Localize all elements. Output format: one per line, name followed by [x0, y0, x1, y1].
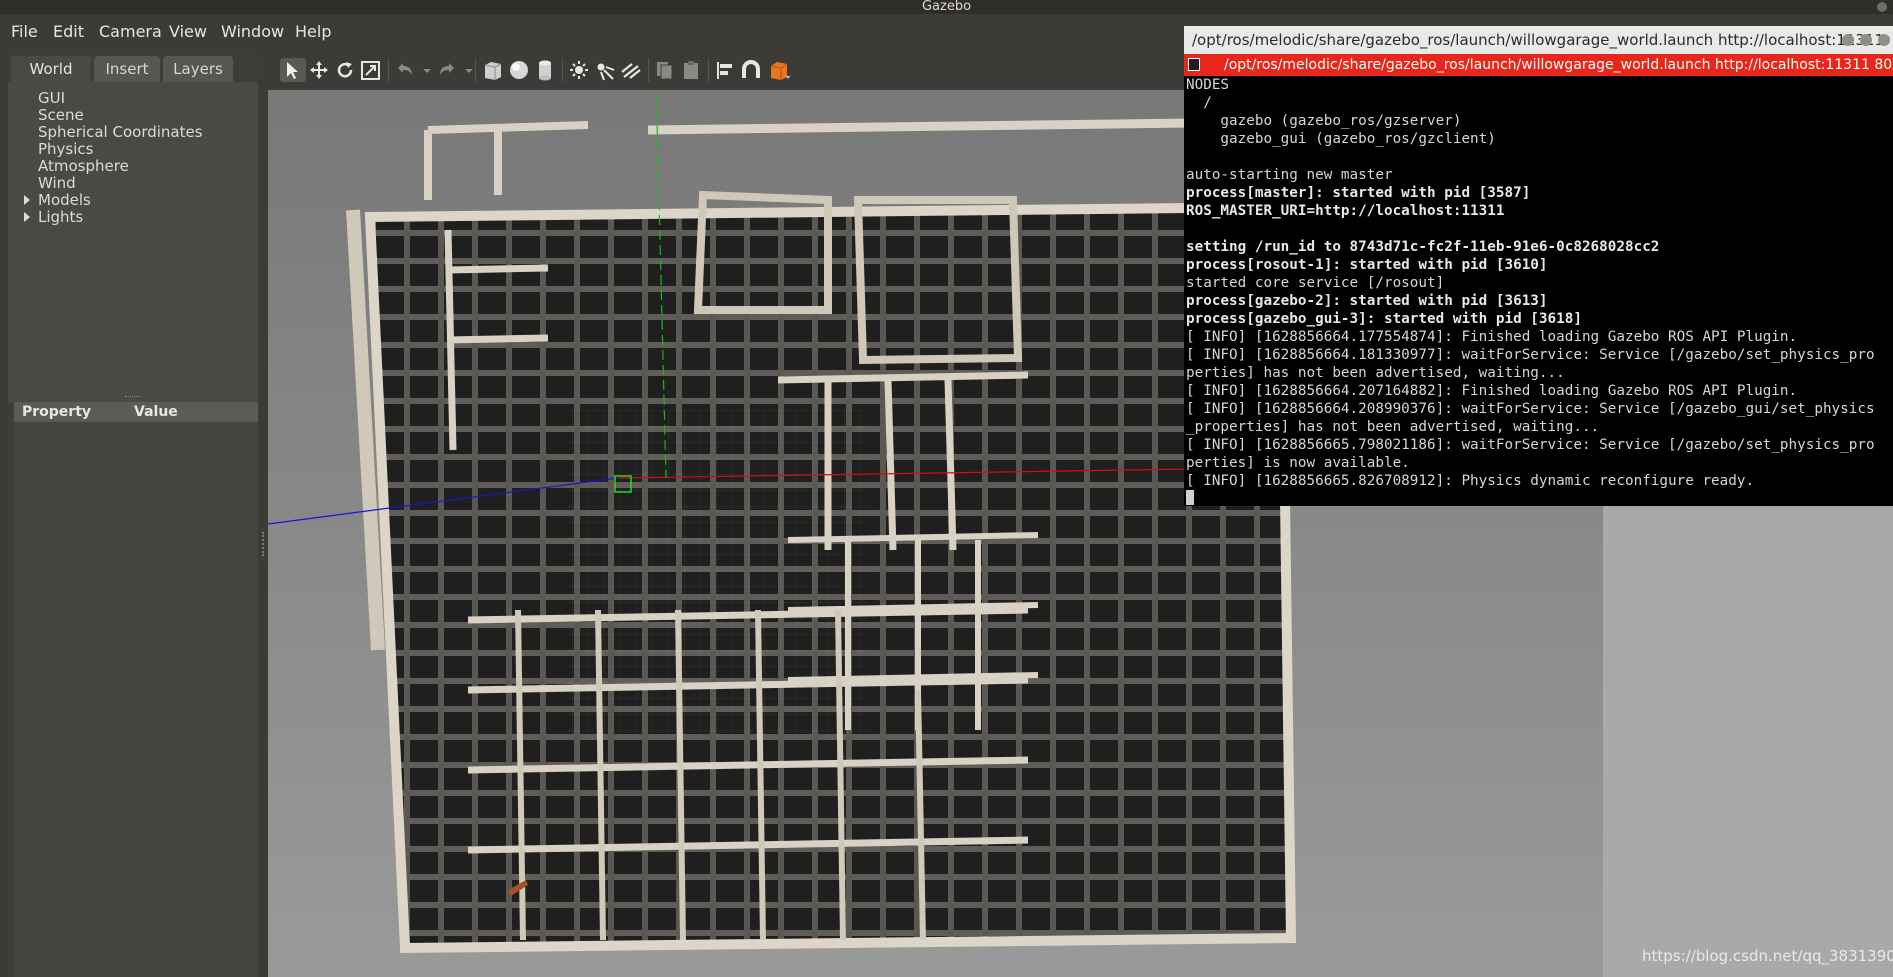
- tab-world[interactable]: World: [11, 56, 91, 82]
- terminal-line: [ INFO] [1628856664.207164882]: Finished…: [1186, 383, 1798, 399]
- minimize-icon[interactable]: [1842, 34, 1854, 46]
- terminal-tab-icon: [1188, 58, 1200, 71]
- terminal-line: perties] has not been advertised, waitin…: [1186, 365, 1565, 381]
- terminal-line: perties] is now available.: [1186, 455, 1410, 471]
- toolbar-separator: [562, 58, 563, 82]
- terminal-line: process[rosout-1]: started with pid [361…: [1186, 257, 1548, 273]
- copy-icon[interactable]: [652, 58, 678, 82]
- terminal-window[interactable]: /opt/ros/melodic/share/gazebo_ros/launch…: [1184, 26, 1893, 506]
- expand-arrow-icon[interactable]: [24, 195, 30, 205]
- terminal-title: /opt/ros/melodic/share/gazebo_ros/launch…: [1192, 31, 1885, 49]
- terminal-line: gazebo (gazebo_ros/gzserver): [1186, 113, 1462, 129]
- terminal-output[interactable]: NODES / gazebo (gazebo_ros/gzserver) gaz…: [1186, 76, 1893, 506]
- world-tree: GUI Scene Spherical Coordinates Physics …: [8, 82, 258, 402]
- menu-help[interactable]: Help: [295, 22, 331, 41]
- tree-item-lights[interactable]: Lights: [38, 208, 83, 226]
- tree-item-models[interactable]: Models: [38, 191, 91, 209]
- toolbar-separator: [648, 58, 649, 82]
- terminal-cursor: [1186, 490, 1194, 505]
- property-column-header: Property: [22, 404, 92, 420]
- toolbar-separator: [708, 58, 709, 82]
- watermark-text: https://blog.csdn.net/qq_38313901: [1642, 947, 1893, 965]
- tree-item-atmosphere[interactable]: Atmosphere: [38, 157, 129, 175]
- sphere-icon[interactable]: [506, 58, 532, 82]
- menu-window[interactable]: Window: [221, 22, 284, 41]
- terminal-line: setting /run_id to 8743d71c-fc2f-11eb-91…: [1186, 239, 1660, 255]
- tree-item-scene[interactable]: Scene: [38, 106, 84, 124]
- terminal-line: auto-starting new master: [1186, 167, 1393, 183]
- terminal-titlebar[interactable]: /opt/ros/melodic/share/gazebo_ros/launch…: [1184, 26, 1893, 54]
- toolbar-separator: [475, 58, 476, 82]
- terminal-line: [ INFO] [1628856664.181330977]: waitForS…: [1186, 347, 1875, 363]
- panel-splitter-handle[interactable]: [125, 396, 141, 400]
- property-table: [14, 422, 258, 977]
- terminal-cursor-line: [1186, 490, 1893, 506]
- tab-insert[interactable]: Insert: [94, 56, 160, 82]
- point-light-icon[interactable]: [566, 58, 592, 82]
- window-titlebar: Gazebo: [0, 0, 1893, 14]
- building-walls-pattern: [368, 205, 1293, 950]
- box-icon[interactable]: [480, 58, 506, 82]
- menu-edit[interactable]: Edit: [53, 22, 84, 41]
- terminal-line: process[gazebo-2]: started with pid [361…: [1186, 293, 1548, 309]
- directional-light-icon[interactable]: [618, 58, 644, 82]
- toolbar: [268, 50, 1183, 90]
- terminal-line: /: [1186, 95, 1212, 111]
- tree-item-spherical-coordinates[interactable]: Spherical Coordinates: [38, 123, 203, 141]
- menu-view[interactable]: View: [169, 22, 207, 41]
- snap-icon[interactable]: [738, 58, 764, 82]
- tree-item-gui[interactable]: GUI: [38, 89, 65, 107]
- tree-item-physics[interactable]: Physics: [38, 140, 93, 158]
- window-title: Gazebo: [921, 0, 972, 14]
- terminal-line: _properties] has not been advertised, wa…: [1186, 419, 1600, 435]
- terminal-line: NODES: [1186, 77, 1230, 93]
- terminal-line: process[master]: started with pid [3587]: [1186, 185, 1531, 201]
- expand-arrow-icon[interactable]: [24, 212, 30, 222]
- terminal-line: [ INFO] [1628856664.208990376]: waitForS…: [1186, 401, 1875, 417]
- terminal-tab-title: /opt/ros/melodic/share/gazebo_ros/launch…: [1224, 57, 1893, 73]
- panel-resize-handle[interactable]: [258, 52, 268, 977]
- resize-grip-icon: [262, 532, 266, 556]
- terminal-line: [ INFO] [1628856665.826708912]: Physics …: [1186, 473, 1755, 489]
- tree-item-wind[interactable]: Wind: [38, 174, 76, 192]
- select-arrow-icon[interactable]: [280, 58, 306, 82]
- close-icon[interactable]: [1878, 34, 1890, 46]
- menu-file[interactable]: File: [11, 22, 38, 41]
- undo-history-icon[interactable]: [414, 58, 431, 82]
- terminal-tab[interactable]: /opt/ros/melodic/share/gazebo_ros/launch…: [1184, 54, 1893, 76]
- tab-layers[interactable]: Layers: [163, 56, 233, 82]
- terminal-line: process[gazebo_gui-3]: started with pid …: [1186, 311, 1582, 327]
- redo-history-icon[interactable]: [456, 58, 473, 82]
- cylinder-icon[interactable]: [532, 58, 558, 82]
- left-panel: World Insert Layers GUI Scene Spherical …: [8, 52, 258, 977]
- panel-tabs: World Insert Layers: [8, 52, 258, 82]
- paste-icon[interactable]: [678, 58, 704, 82]
- menu-camera[interactable]: Camera: [99, 22, 162, 41]
- terminal-line: gazebo_gui (gazebo_ros/gzclient): [1186, 131, 1496, 147]
- property-header: Property Value: [14, 402, 258, 422]
- maximize-icon[interactable]: [1860, 34, 1872, 46]
- terminal-line: [ INFO] [1628856664.177554874]: Finished…: [1186, 329, 1798, 345]
- terminal-line: [ INFO] [1628856665.798021186]: waitForS…: [1186, 437, 1875, 453]
- spot-light-icon[interactable]: [592, 58, 618, 82]
- terminal-line: ROS_MASTER_URI=http://localhost:11311: [1186, 203, 1505, 219]
- value-column-header: Value: [134, 404, 178, 420]
- rotate-icon[interactable]: [332, 58, 358, 82]
- window-close-icon[interactable]: [1875, 1, 1889, 13]
- align-icon[interactable]: [712, 58, 738, 82]
- view-angle-icon[interactable]: [766, 58, 792, 82]
- translate-icon[interactable]: [306, 58, 332, 82]
- scale-icon[interactable]: [358, 58, 384, 82]
- terminal-line: started core service [/rosout]: [1186, 275, 1445, 291]
- toolbar-separator: [388, 58, 389, 82]
